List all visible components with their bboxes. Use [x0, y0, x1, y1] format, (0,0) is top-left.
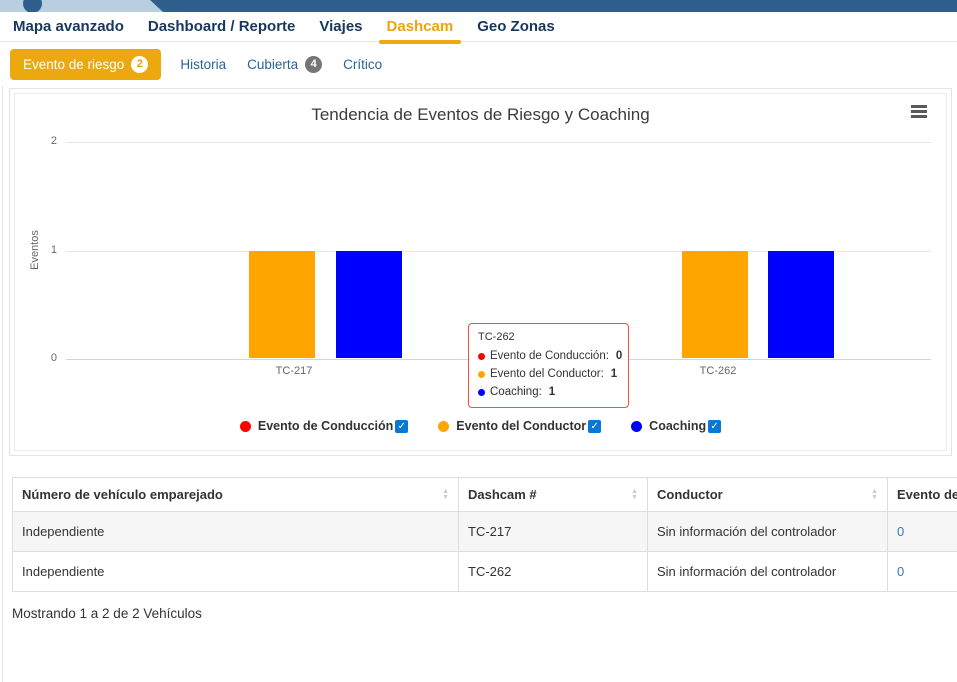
cell-vehiculo: Independiente [13, 552, 459, 592]
cell-conductor: Sin información del controlador [648, 552, 888, 592]
nav-item-dashcam[interactable]: Dashcam [382, 15, 459, 38]
chart-menu-icon[interactable] [911, 105, 927, 120]
col-label: Evento de [897, 487, 957, 502]
table-header-row: Número de vehículo emparejado ▲▼ Dashcam… [13, 478, 957, 512]
legend-dot [240, 421, 251, 432]
legend-checkbox[interactable]: ✓ [395, 420, 408, 433]
cell-dashcam: TC-217 [459, 512, 648, 552]
vehicles-table: Número de vehículo emparejado ▲▼ Dashcam… [12, 477, 957, 592]
legend-label: Coaching [649, 419, 706, 433]
y-tick-label: 1 [29, 244, 57, 256]
col-label: Dashcam # [468, 487, 537, 502]
col-label: Número de vehículo emparejado [22, 487, 223, 502]
nav-item-viajes[interactable]: Viajes [314, 15, 367, 38]
col-header-evento[interactable]: Evento de [888, 478, 957, 512]
tab-label: Evento de riesgo [23, 57, 124, 72]
cell-vehiculo: Independiente [13, 512, 459, 552]
col-header-conductor[interactable]: Conductor ▲▼ [648, 478, 888, 512]
count-badge: 2 [131, 56, 148, 73]
tooltip-label: Evento del Conductor: [490, 368, 604, 380]
risk-trend-chart: Tendencia de Eventos de Riesgo y Coachin… [14, 93, 947, 451]
cell-dashcam: TC-262 [459, 552, 648, 592]
tooltip-value: 0 [616, 350, 622, 362]
legend-dot [631, 421, 642, 432]
bar-TC-217-Coaching[interactable] [335, 250, 403, 359]
tooltip-value: 1 [611, 368, 617, 380]
cell-evento-link[interactable]: 0 [888, 512, 957, 552]
bar-TC-217-Evento del Conductor[interactable] [248, 250, 316, 359]
nav-item-mapa-avanzado[interactable]: Mapa avanzado [8, 15, 129, 38]
legend-item-coaching[interactable]: Coaching ✓ [631, 419, 721, 433]
legend-checkbox[interactable]: ✓ [588, 420, 601, 433]
tab-label: Historia [180, 57, 226, 72]
cell-conductor: Sin información del controlador [648, 512, 888, 552]
legend-label: Evento de Conducción [258, 419, 393, 433]
chart-title: Tendencia de Eventos de Riesgo y Coachin… [15, 105, 946, 125]
legend-item-evento-de-conduccion[interactable]: Evento de Conducción ✓ [240, 419, 408, 433]
table-summary: Mostrando 1 a 2 de 2 Vehículos [12, 606, 957, 621]
nav-item-geo-zonas[interactable]: Geo Zonas [472, 15, 560, 38]
cell-evento-link[interactable]: 0 [888, 552, 957, 592]
table-row: Independiente TC-262 Sin información del… [13, 552, 957, 592]
series-dot [478, 389, 485, 396]
tab-evento-de-riesgo[interactable]: Evento de riesgo 2 [10, 49, 161, 80]
tooltip-row: Evento del Conductor: 1 [478, 365, 619, 383]
bar-TC-262-Evento del Conductor[interactable] [681, 250, 749, 359]
tab-label: Cubierta [247, 57, 298, 72]
x-tick-label: TC-262 [700, 365, 737, 377]
sort-icon[interactable]: ▲▼ [871, 489, 878, 501]
legend-item-evento-del-conductor[interactable]: Evento del Conductor ✓ [438, 419, 601, 433]
tooltip-row: Coaching: 1 [478, 383, 619, 401]
y-tick-label: 2 [29, 135, 57, 147]
nav-item-dashboard-reporte[interactable]: Dashboard / Reporte [143, 15, 301, 38]
x-tick-label: TC-217 [276, 365, 313, 377]
vehicles-table-wrap: Número de vehículo emparejado ▲▼ Dashcam… [12, 477, 957, 592]
bar-TC-262-Coaching[interactable] [767, 250, 835, 359]
legend-label: Evento del Conductor [456, 419, 586, 433]
series-dot [478, 353, 485, 360]
sub-tabs: Evento de riesgo 2 Historia Cubierta 4 C… [0, 42, 957, 86]
tab-critico[interactable]: Crítico [341, 51, 384, 78]
sort-icon[interactable]: ▲▼ [442, 489, 449, 501]
series-dot [478, 371, 485, 378]
content-area: Tendencia de Eventos de Riesgo y Coachin… [2, 86, 957, 682]
main-nav: Mapa avanzado Dashboard / Reporte Viajes… [0, 12, 957, 42]
col-label: Conductor [657, 487, 723, 502]
chart-legend: Evento de Conducción ✓ Evento del Conduc… [15, 419, 946, 433]
tooltip-value: 1 [549, 386, 555, 398]
brand-logo-icon [23, 0, 42, 12]
col-header-dashcam[interactable]: Dashcam # ▲▼ [459, 478, 648, 512]
chart-tooltip: TC-262 Evento de Conducción: 0 Evento de… [468, 323, 629, 408]
top-bar [0, 0, 957, 12]
gridline-y2 [66, 142, 931, 143]
tab-label: Crítico [343, 57, 382, 72]
chart-panel: Tendencia de Eventos de Riesgo y Coachin… [9, 88, 952, 456]
tooltip-row: Evento de Conducción: 0 [478, 347, 619, 365]
sort-icon[interactable]: ▲▼ [631, 489, 638, 501]
col-header-numero-vehiculo[interactable]: Número de vehículo emparejado ▲▼ [13, 478, 459, 512]
count-badge: 4 [305, 56, 322, 73]
legend-checkbox[interactable]: ✓ [708, 420, 721, 433]
table-row: Independiente TC-217 Sin información del… [13, 512, 957, 552]
legend-dot [438, 421, 449, 432]
tab-cubierta[interactable]: Cubierta 4 [245, 50, 324, 79]
tooltip-label: Evento de Conducción: [490, 350, 609, 362]
tooltip-label: Coaching: [490, 386, 542, 398]
y-tick-label: 0 [29, 352, 57, 364]
tab-historia[interactable]: Historia [178, 51, 228, 78]
tooltip-category: TC-262 [478, 331, 619, 343]
